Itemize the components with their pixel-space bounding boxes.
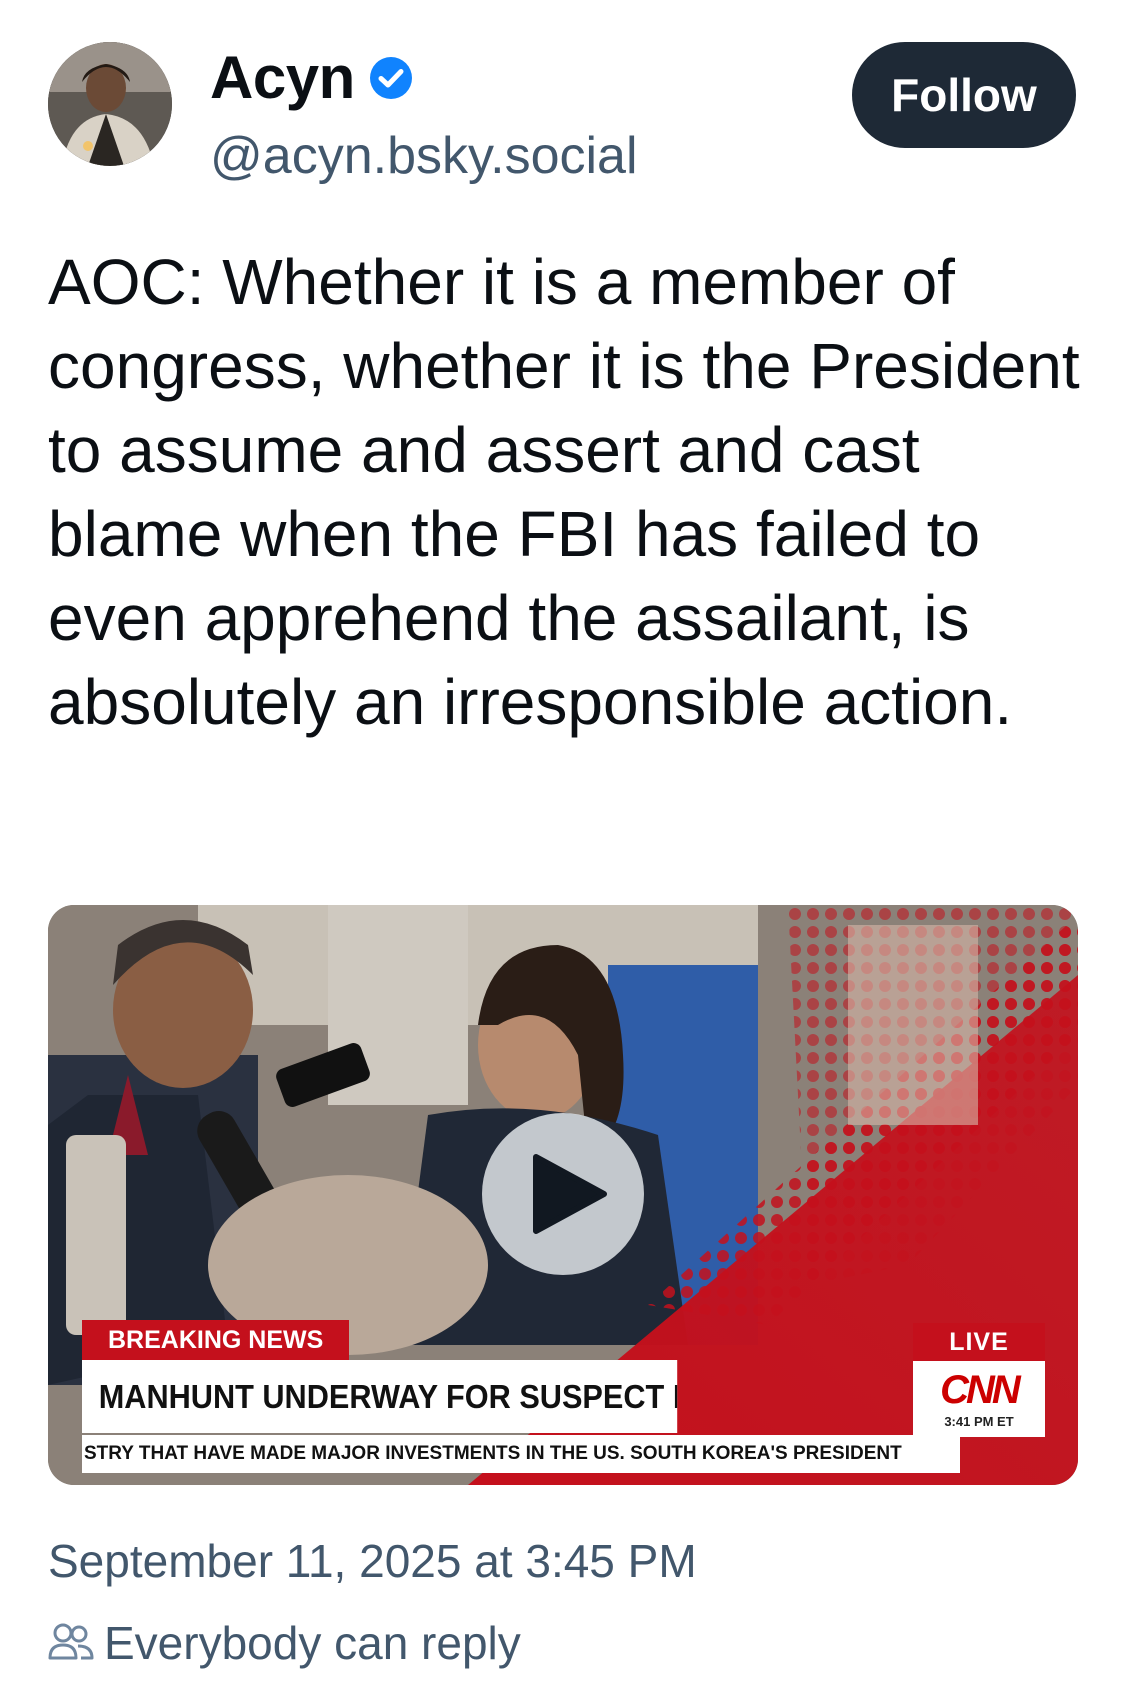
live-badge: LIVE [913, 1323, 1045, 1361]
follow-button[interactable]: Follow [852, 42, 1076, 148]
post-timestamp[interactable]: September 11, 2025 at 3:45 PM [48, 1538, 697, 1584]
news-headline: MANHUNT UNDERWAY FOR SUSPECT IN CHARLIE [82, 1360, 678, 1433]
network-logo: CNN [940, 1367, 1021, 1412]
network-logo-box: CNN 3:41 PM ET [913, 1361, 1045, 1437]
avatar-image [48, 42, 172, 166]
people-icon [48, 1623, 94, 1660]
verified-badge-icon [369, 57, 412, 99]
news-ticker: STRY THAT HAVE MADE MAJOR INVESTMENTS IN… [82, 1435, 960, 1473]
network-time: 3:41 PM ET [944, 1413, 1014, 1429]
reply-setting: Everybody can reply [48, 1620, 521, 1666]
play-icon [533, 1154, 607, 1234]
author-handle[interactable]: @acyn.bsky.social [210, 130, 638, 182]
post-text: AOC: Whether it is a member of congress,… [48, 246, 1080, 738]
breaking-news-label: BREAKING NEWS [82, 1320, 350, 1360]
author-name-row: Acyn [210, 48, 415, 108]
reply-setting-text: Everybody can reply [104, 1617, 521, 1669]
play-button[interactable] [482, 1113, 644, 1275]
video-embed[interactable]: BREAKING NEWS MANHUNT UNDERWAY FOR SUSPE… [48, 905, 1078, 1485]
post-card: Acyn @acyn.bsky.social Follow AOC: Wheth… [0, 0, 1124, 1689]
avatar[interactable] [48, 42, 172, 166]
author-display-name[interactable]: Acyn [210, 48, 355, 108]
